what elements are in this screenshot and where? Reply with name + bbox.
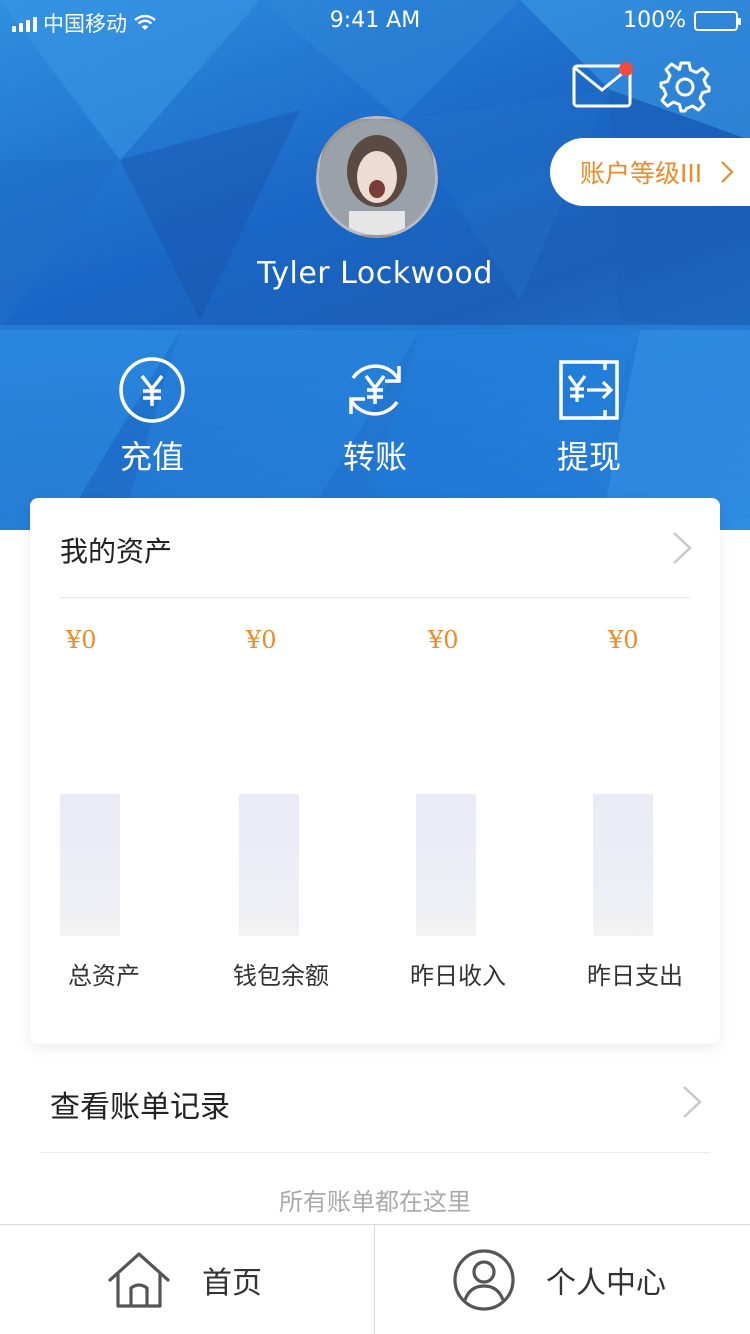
- withdraw-label: 提现: [556, 438, 621, 476]
- tab-profile[interactable]: 个人中心: [452, 1225, 666, 1334]
- yen-refresh-icon: [349, 364, 401, 416]
- asset-bar: [593, 794, 653, 936]
- asset-bar: [60, 794, 120, 936]
- yen-withdraw-icon: [559, 360, 619, 420]
- unread-badge: [619, 62, 633, 76]
- transfer-button[interactable]: 转账: [310, 356, 440, 478]
- yen-circle-icon: [119, 357, 185, 423]
- asset-yesterday-income[interactable]: ¥0 昨日收入: [410, 626, 558, 990]
- battery-indicator: 100%: [623, 8, 741, 33]
- tab-profile-label: 个人中心: [546, 1266, 666, 1301]
- avatar-photo: [319, 119, 435, 235]
- asset-bar: [239, 794, 299, 936]
- transfer-label: 转账: [342, 438, 407, 476]
- divider: [40, 1152, 710, 1153]
- asset-wallet-balance[interactable]: ¥0 钱包余额: [233, 626, 376, 990]
- chevron-right-icon[interactable]: [680, 1084, 704, 1120]
- asset-label: 昨日收入: [410, 962, 506, 990]
- avatar[interactable]: [316, 116, 438, 238]
- assets-title: 我的资产: [60, 535, 173, 568]
- asset-amount: ¥0: [428, 626, 459, 654]
- asset-amount: ¥0: [66, 626, 97, 654]
- asset-amount: ¥0: [246, 626, 277, 654]
- account-level-button[interactable]: 账户等级III: [550, 138, 750, 206]
- account-level-label: 账户等级III: [580, 159, 703, 188]
- user-icon: [453, 1249, 515, 1311]
- bill-records-hint: 所有账单都在这里: [279, 1188, 471, 1216]
- asset-label: 总资产: [68, 962, 140, 990]
- battery-icon: [694, 10, 741, 31]
- bill-records-link[interactable]: 查看账单记录: [50, 1082, 230, 1126]
- asset-yesterday-expense[interactable]: ¥0 昨日支出: [587, 626, 738, 990]
- profile-header: 中国移动 9:41 AM 100% 账户等级III Tyler Lockwood…: [0, 0, 750, 530]
- asset-bar: [416, 794, 476, 936]
- asset-label: 昨日支出: [587, 962, 683, 990]
- tab-home[interactable]: 首页: [106, 1225, 262, 1334]
- tab-bar: 首页 个人中心: [0, 1224, 750, 1334]
- asset-label: 钱包余额: [233, 962, 329, 990]
- gear-icon[interactable]: [658, 60, 712, 114]
- asset-amount: ¥0: [608, 626, 639, 654]
- recharge-button[interactable]: 充值: [87, 356, 217, 478]
- assets-card: 我的资产 ¥0 总资产 ¥0 钱包余额 ¥0 昨日收入 ¥0 昨日支出: [30, 498, 720, 1044]
- recharge-label: 充值: [119, 438, 184, 476]
- status-bar: 中国移动 9:41 AM 100%: [0, 0, 750, 42]
- divider: [60, 597, 690, 598]
- chevron-right-icon[interactable]: [670, 530, 694, 566]
- battery-percent: 100%: [623, 8, 686, 33]
- asset-total[interactable]: ¥0 总资产: [60, 626, 196, 990]
- home-icon: [108, 1252, 170, 1308]
- tab-home-label: 首页: [202, 1266, 262, 1301]
- username: Tyler Lockwood: [257, 256, 493, 291]
- withdraw-button[interactable]: 提现: [524, 356, 654, 478]
- chevron-right-icon: [721, 161, 734, 183]
- tab-separator: [374, 1225, 375, 1334]
